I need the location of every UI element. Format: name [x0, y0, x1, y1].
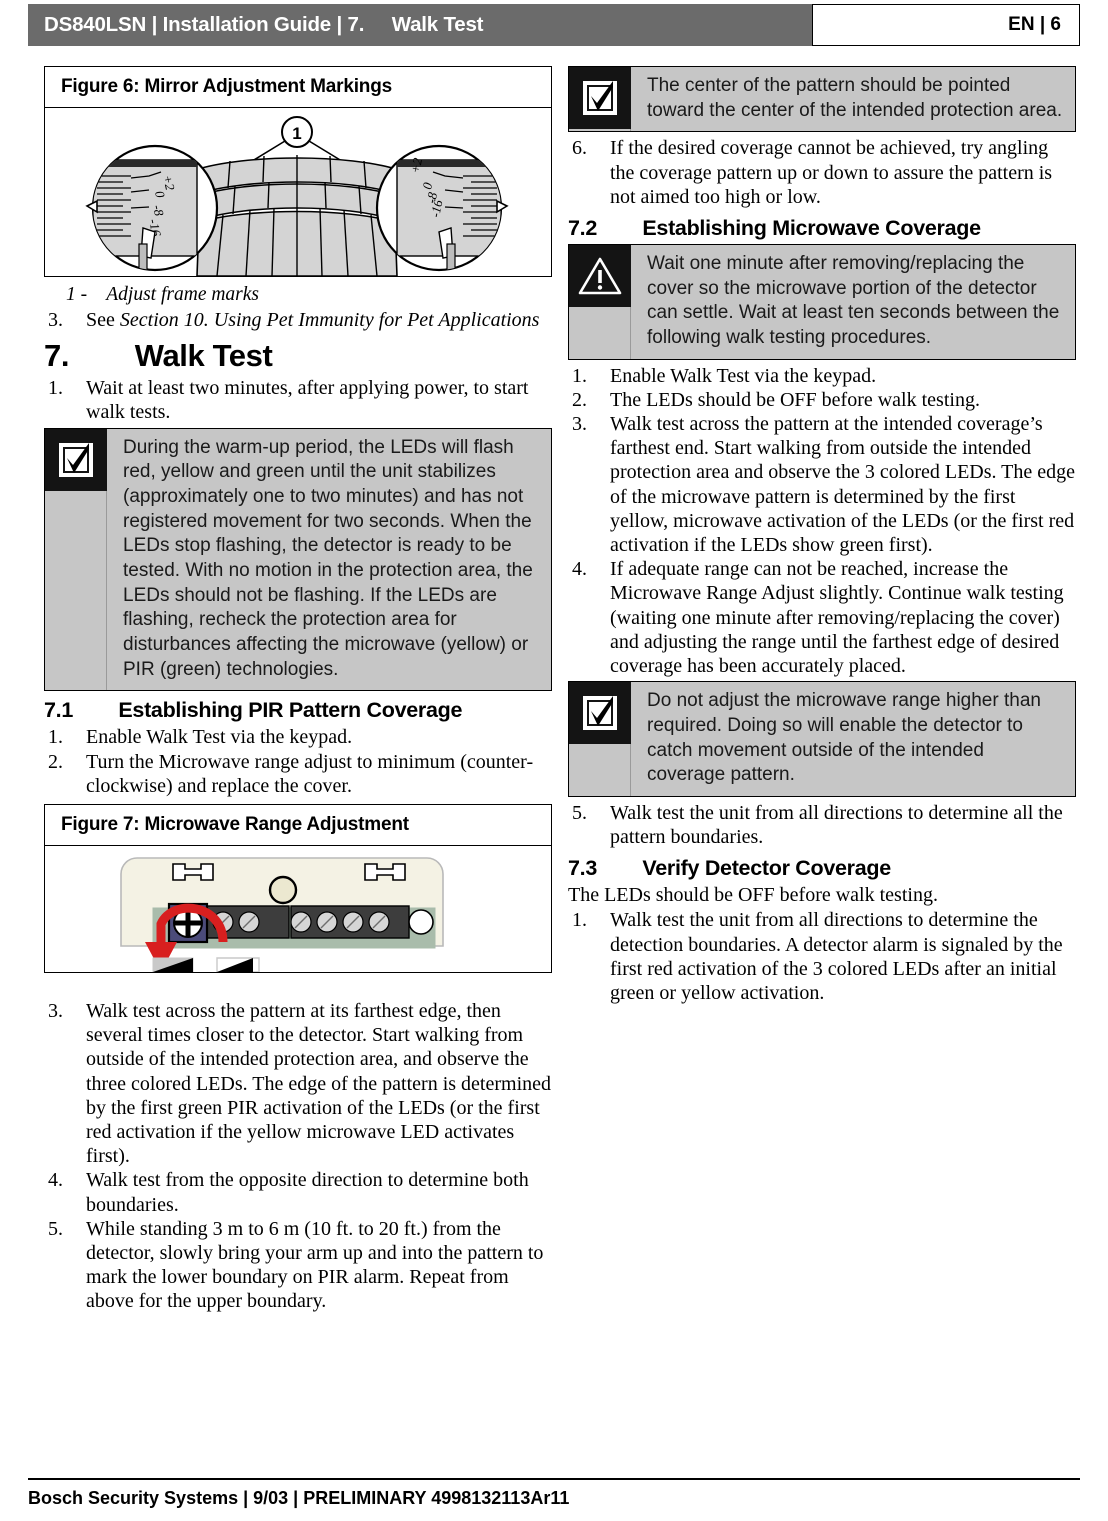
list-item: 6. If the desired coverage cannot be ach… [568, 136, 1076, 209]
footer-divider [28, 1478, 1080, 1480]
page-header: DS840LSN | Installation Guide | 7. Walk … [28, 4, 1080, 46]
list-item-number: 4. [572, 558, 587, 581]
section-reference: Section 10. Using Pet Immunity for Pet A… [119, 309, 540, 331]
list-item-text: Walk test the unit from all directions t… [610, 801, 1063, 849]
list-item-text: If adequate range can not be reached, in… [610, 558, 1064, 677]
list-item: 3. See Section 10. Using Pet Immunity fo… [44, 308, 552, 332]
list-item: 2. Turn the Microwave range adjust to mi… [44, 750, 552, 798]
list-item-text: Walk test across the pattern at its fart… [86, 1000, 552, 1168]
list-item-number: 4. [48, 1169, 63, 1192]
section-7-2-list-end: 5. Walk test the unit from all direction… [568, 801, 1076, 849]
section-7-heading: 7. Walk Test [44, 338, 273, 374]
note-box-do-not-adjust: Do not adjust the microwave range higher… [568, 681, 1076, 797]
note-box-warmup: During the warm-up period, the LEDs will… [44, 427, 552, 692]
figure-7: Figure 7: Microwave Range Adjustment [44, 804, 552, 973]
list-item: 2. The LEDs should be OFF before walk te… [568, 388, 1076, 412]
list-item: 4. If adequate range can not be reached,… [568, 557, 1076, 678]
list-item-text: If the desired coverage cannot be achiev… [610, 137, 1053, 208]
list-item-text: Wait at least two minutes, after applyin… [86, 377, 529, 424]
list-item-number: 1. [48, 726, 63, 749]
list-item: 1. Enable Walk Test via the keypad. [568, 364, 1076, 388]
section-7-1-heading: 7.1 Establishing PIR Pattern Coverage [44, 698, 463, 723]
warning-triangle-icon [569, 244, 631, 307]
pre-section-list: 3. See Section 10. Using Pet Immunity fo… [44, 308, 552, 332]
list-item-text: Enable Walk Test via the keypad. [86, 726, 353, 749]
figure-7-spacer [44, 977, 552, 999]
note-icon-column [569, 682, 631, 796]
figure-6: Figure 6: Mirror Adjustment Markings 1 +… [44, 66, 552, 277]
note-icon-column [45, 428, 107, 691]
checkbox-check-icon [45, 428, 107, 491]
list-item-text: The LEDs should be OFF before walk testi… [610, 388, 980, 411]
figure-6-caption: Figure 6: Mirror Adjustment Markings [45, 67, 551, 108]
section-7-1-list-bottom: 3. Walk test across the pattern at its f… [44, 999, 552, 1313]
note-box-center-pattern-text: The center of the pattern should be poin… [647, 75, 1063, 121]
list-item-number: 1. [572, 909, 587, 932]
list-item-number: 3. [48, 1000, 63, 1022]
section-7-3-heading: 7.3 Verify Detector Coverage [568, 856, 891, 881]
right-column: The center of the pattern should be poin… [568, 66, 1076, 1005]
list-item: 1. Enable Walk Test via the keypad. [44, 725, 552, 749]
mirror-adjustment-diagram: 1 +2 0 -8 -16 +2 0 -8 -16 [85, 116, 509, 277]
section-7-2-heading: 7.2 Establishing Microwave Coverage [568, 215, 981, 240]
list-item-text: While standing 3 m to 6 m (10 ft. to 20 … [86, 1217, 544, 1313]
warning-box-cover-settle-text: Wait one minute after removing/replacing… [647, 252, 1060, 348]
list-item-text: Walk test from the opposite direction to… [86, 1169, 529, 1216]
list-item: 1. Wait at least two minutes, after appl… [44, 376, 552, 424]
list-item: 3. Walk test across the pattern at the i… [568, 412, 1076, 557]
note-icon-column [569, 67, 631, 132]
svg-text:1: 1 [292, 124, 301, 143]
section-7-2-list: 1. Enable Walk Test via the keypad. 2. T… [568, 364, 1076, 678]
list-item: 5. Walk test the unit from all direction… [568, 801, 1076, 849]
list-item: 1. Walk test the unit from all direction… [568, 908, 1076, 1005]
figure-6-legend: 1 - Adjust frame marks [66, 284, 260, 305]
section-7-3-intro: The LEDs should be OFF before walk testi… [568, 884, 938, 907]
list-item-number: 5. [572, 801, 587, 824]
note-box-center-pattern: The center of the pattern should be poin… [568, 66, 1076, 133]
list-item-text: Walk test the unit from all directions t… [610, 909, 1063, 1004]
list-item-number: 6. [572, 137, 587, 160]
list-item-number: 2. [48, 750, 63, 773]
list-item-text: See Section 10. Using Pet Immunity for P… [86, 308, 552, 332]
footer-text: Bosch Security Systems | 9/03 | PRELIMIN… [28, 1488, 570, 1508]
header-title-bar: DS840LSN | Installation Guide | 7. Walk … [28, 4, 812, 46]
section-7-1-list-top: 1. Enable Walk Test via the keypad. 2. T… [44, 725, 552, 798]
list-item-number: 1. [572, 364, 587, 387]
section-7-list: 1. Wait at least two minutes, after appl… [44, 376, 552, 424]
microwave-range-adjustment-diagram [120, 857, 444, 973]
note-box-warmup-text: During the warm-up period, the LEDs will… [123, 436, 533, 680]
warning-box-cover-settle: Wait one minute after removing/replacing… [568, 243, 1076, 360]
list-item: 3. Walk test across the pattern at its f… [44, 999, 552, 1168]
list-item-number: 1. [48, 377, 63, 400]
list-item-number: 2. [572, 388, 587, 411]
figure-7-caption: Figure 7: Microwave Range Adjustment [45, 805, 551, 846]
list-item: 5. While standing 3 m to 6 m (10 ft. to … [44, 1217, 552, 1314]
list-item-number: 3. [572, 413, 587, 436]
list-item-text: Turn the Microwave range adjust to minim… [86, 750, 534, 797]
checkbox-check-icon [569, 67, 631, 129]
list-item: 4. Walk test from the opposite direction… [44, 1168, 552, 1216]
figure-6-body: 1 +2 0 -8 -16 +2 0 -8 -16 [45, 108, 551, 277]
list-item-text: Walk test across the pattern at the inte… [610, 413, 1075, 556]
header-page-label: EN | 6 [1008, 14, 1061, 35]
list-item-text: Enable Walk Test via the keypad. [610, 364, 877, 387]
header-title: DS840LSN | Installation Guide | 7. Walk … [44, 13, 484, 36]
section-7-3-list: 1. Walk test the unit from all direction… [568, 908, 1076, 1005]
checkbox-check-icon [569, 682, 631, 745]
header-page-box: EN | 6 [812, 4, 1080, 46]
figure-7-body [45, 846, 551, 973]
list-item-number: 5. [48, 1217, 63, 1240]
see-label: See [86, 309, 120, 331]
list-item-number: 3. [48, 309, 63, 331]
section-7-1-continued-list: 6. If the desired coverage cannot be ach… [568, 136, 1076, 209]
note-box-do-not-adjust-text: Do not adjust the microwave range higher… [647, 690, 1041, 786]
warning-icon-column [569, 244, 631, 359]
left-column: Figure 6: Mirror Adjustment Markings 1 +… [44, 66, 552, 1313]
